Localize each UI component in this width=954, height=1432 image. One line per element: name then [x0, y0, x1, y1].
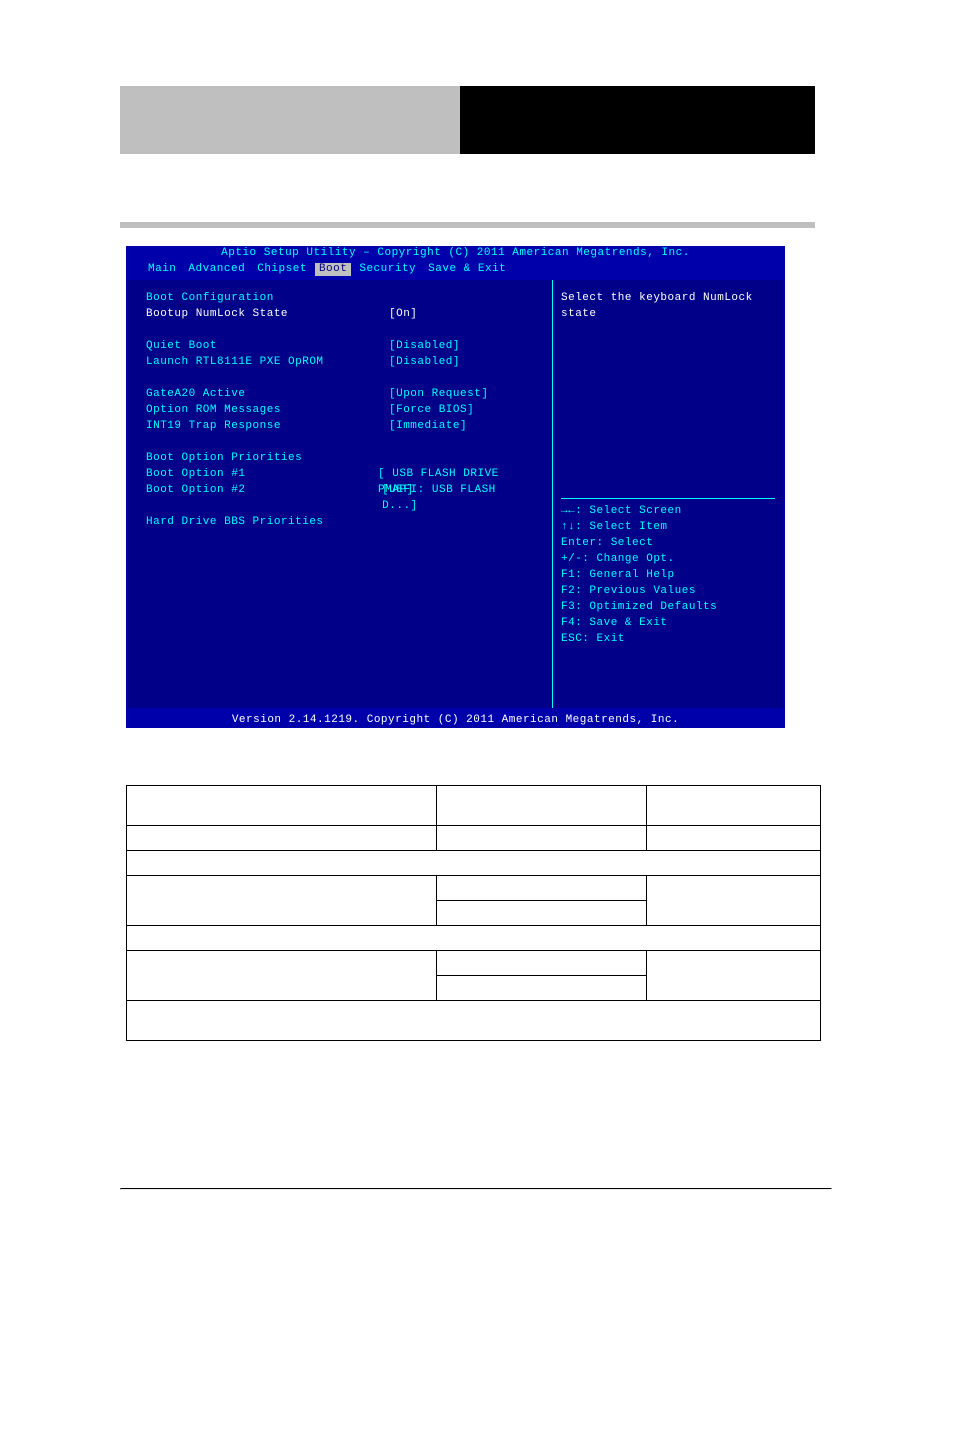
label-boot-2: Boot Option #2 — [146, 482, 382, 498]
row-numlock[interactable]: Bootup NumLock State [On] — [146, 306, 534, 322]
row-gatea20[interactable]: GateA20 Active [Upon Request] — [146, 386, 534, 402]
bios-menu-bar[interactable]: Main Advanced Chipset Boot Security Save… — [126, 261, 785, 278]
table-cell — [437, 976, 647, 1001]
label-pxe-oprom: Launch RTL8111E PXE OpROM — [146, 354, 389, 370]
value-gatea20[interactable]: [Upon Request] — [389, 386, 488, 402]
menu-chipset[interactable]: Chipset — [253, 263, 311, 276]
value-boot-1[interactable]: [ USB FLASH DRIVE PMAP] — [378, 466, 534, 482]
key-select-screen: →←: Select Screen — [561, 503, 775, 519]
thin-gray-line — [120, 222, 815, 228]
menu-main[interactable]: Main — [144, 263, 180, 276]
key-f2: F2: Previous Values — [561, 583, 775, 599]
table-cell — [647, 876, 821, 926]
row-quiet-boot[interactable]: Quiet Boot [Disabled] — [146, 338, 534, 354]
blank-row — [146, 434, 534, 450]
row-int19[interactable]: INT19 Trap Response [Immediate] — [146, 418, 534, 434]
table-cell-span — [127, 1001, 821, 1041]
key-esc: ESC: Exit — [561, 631, 775, 647]
field-help: Select the keyboard NumLock state — [561, 290, 775, 322]
row-option-rom[interactable]: Option ROM Messages [Force BIOS] — [146, 402, 534, 418]
settings-table — [126, 785, 821, 1041]
row-pxe-oprom[interactable]: Launch RTL8111E PXE OpROM [Disabled] — [146, 354, 534, 370]
value-numlock[interactable]: [On] — [389, 306, 417, 322]
label-int19: INT19 Trap Response — [146, 418, 389, 434]
bios-body: Boot Configuration Bootup NumLock State … — [126, 278, 785, 710]
table-cell — [647, 786, 821, 826]
table-row — [127, 851, 821, 876]
menu-boot[interactable]: Boot — [315, 263, 351, 276]
key-f4: F4: Save & Exit — [561, 615, 775, 631]
blank-row — [146, 498, 534, 514]
header-black-box — [460, 86, 815, 154]
table-cell — [127, 951, 437, 1001]
table-cell — [437, 901, 647, 926]
blank-row — [146, 370, 534, 386]
value-quiet-boot[interactable]: [Disabled] — [389, 338, 460, 354]
label-numlock: Bootup NumLock State — [146, 306, 389, 322]
heading-boot-config: Boot Configuration — [146, 290, 534, 306]
table-cell — [437, 876, 647, 901]
menu-save-exit[interactable]: Save & Exit — [424, 263, 510, 276]
table-cell-span — [127, 851, 821, 876]
table-cell — [127, 786, 437, 826]
row-boot-opt-1[interactable]: Boot Option #1 [ USB FLASH DRIVE PMAP] — [146, 466, 534, 482]
header-gray-box — [120, 86, 460, 154]
label-gatea20: GateA20 Active — [146, 386, 389, 402]
table-cell — [437, 826, 647, 851]
value-pxe-oprom[interactable]: [Disabled] — [389, 354, 460, 370]
value-boot-2[interactable]: [UEFI: USB FLASH D...] — [382, 482, 534, 498]
footer-rule — [120, 1188, 832, 1190]
label-quiet-boot: Quiet Boot — [146, 338, 389, 354]
menu-security[interactable]: Security — [355, 263, 420, 276]
bios-left-panel: Boot Configuration Bootup NumLock State … — [128, 280, 553, 708]
key-change-opt: +/-: Change Opt. — [561, 551, 775, 567]
label-boot-1: Boot Option #1 — [146, 466, 378, 482]
bios-title: Aptio Setup Utility – Copyright (C) 2011… — [126, 246, 785, 261]
bios-screen: Aptio Setup Utility – Copyright (C) 2011… — [126, 246, 785, 729]
table-row — [127, 786, 821, 826]
table-cell — [647, 826, 821, 851]
table-cell — [127, 876, 437, 926]
heading-boot-priorities: Boot Option Priorities — [146, 450, 534, 466]
table-row — [127, 951, 821, 976]
blank-row — [146, 322, 534, 338]
menu-advanced[interactable]: Advanced — [184, 263, 249, 276]
key-select-item: ↑↓: Select Item — [561, 519, 775, 535]
row-boot-opt-2[interactable]: Boot Option #2 [UEFI: USB FLASH D...] — [146, 482, 534, 498]
bios-right-panel: Select the keyboard NumLock state →←: Se… — [553, 280, 783, 708]
table-row — [127, 1001, 821, 1041]
key-f1: F1: General Help — [561, 567, 775, 583]
spacer — [561, 322, 775, 494]
help-separator — [561, 498, 775, 499]
table-cell — [437, 951, 647, 976]
table-row — [127, 876, 821, 901]
table-cell — [647, 951, 821, 1001]
table-cell-span — [127, 926, 821, 951]
bios-footer: Version 2.14.1219. Copyright (C) 2011 Am… — [126, 710, 785, 728]
key-f3: F3: Optimized Defaults — [561, 599, 775, 615]
table-cell — [437, 786, 647, 826]
key-enter: Enter: Select — [561, 535, 775, 551]
value-option-rom[interactable]: [Force BIOS] — [389, 402, 474, 418]
table-row — [127, 826, 821, 851]
table-cell — [127, 826, 437, 851]
label-option-rom: Option ROM Messages — [146, 402, 389, 418]
row-hdd-bbs[interactable]: Hard Drive BBS Priorities — [146, 514, 534, 530]
table-row — [127, 926, 821, 951]
value-int19[interactable]: [Immediate] — [389, 418, 467, 434]
